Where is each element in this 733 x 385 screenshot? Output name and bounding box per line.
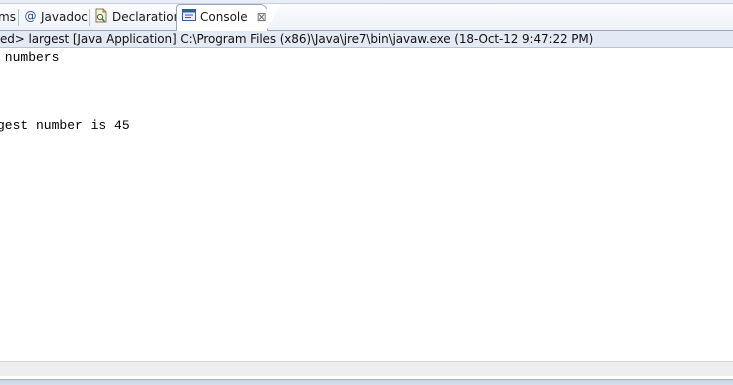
- view-tab-bar: ms @ Javadoc Declaration Console ⊠: [0, 4, 733, 31]
- console-output[interactable]: numbers gest number is 45: [0, 48, 733, 361]
- tab-declaration[interactable]: Declaration: [94, 5, 181, 29]
- tab-javadoc[interactable]: @ Javadoc: [24, 5, 88, 29]
- console-view: ms @ Javadoc Declaration Console ⊠ ed> l…: [0, 0, 733, 385]
- close-icon[interactable]: ⊠: [257, 11, 267, 23]
- declaration-icon: [94, 8, 108, 26]
- tab-separator: [18, 9, 19, 26]
- console-line: gest number is 45: [0, 118, 130, 133]
- console-description: ed> largest [Java Application] C:\Progra…: [0, 31, 733, 48]
- at-icon: @: [24, 9, 37, 25]
- tab-console-label: Console: [200, 10, 248, 24]
- bottom-panel-edge: [0, 379, 733, 385]
- tab-problems[interactable]: ms: [0, 5, 16, 29]
- horizontal-scrollbar[interactable]: [0, 361, 733, 376]
- tab-console[interactable]: Console ⊠: [176, 4, 281, 31]
- svg-text:@: @: [25, 9, 37, 22]
- tab-javadoc-label: Javadoc: [41, 10, 88, 24]
- console-icon: [182, 9, 196, 25]
- tab-problems-label: ms: [0, 10, 16, 24]
- tab-separator: [89, 9, 90, 26]
- tab-declaration-label: Declaration: [112, 10, 182, 24]
- console-line: numbers: [0, 50, 60, 65]
